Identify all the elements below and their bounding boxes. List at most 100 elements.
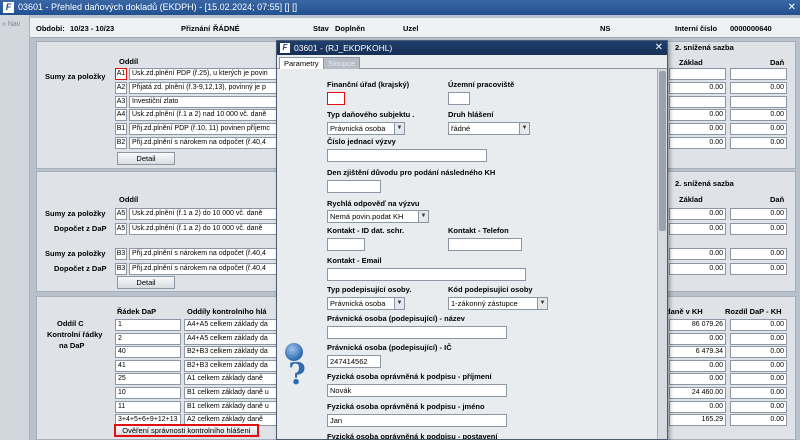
- kod-podep-select[interactable]: 1-zákonný zástupce ▼: [448, 297, 548, 310]
- fo-prijmeni-field[interactable]: Novák: [327, 384, 507, 397]
- rychla-odpoved-select[interactable]: Nemá povin.podat KH ▼: [327, 210, 429, 223]
- uzemni-label: Územní pracoviště: [448, 80, 515, 89]
- dan-kh-value: 0.00: [669, 332, 726, 345]
- nav-strip[interactable]: « Nav: [0, 15, 30, 440]
- zaklad-value: 0.00: [669, 263, 726, 275]
- po-ic-field[interactable]: 247414562: [327, 355, 381, 368]
- radek-dap: 25: [115, 373, 181, 386]
- stav-value: Doplněn: [335, 24, 365, 33]
- rozdil-value: 0.00: [730, 373, 787, 386]
- dialog-body: Finanční úřad (krajský) Územní pracovišt…: [277, 69, 657, 439]
- oddil-kh: B1 celkem základy daně u: [184, 387, 277, 399]
- dan-header: Daň: [770, 58, 785, 67]
- oddil-kh: A4+A5 celkem základy da: [184, 319, 277, 331]
- financni-urad-field[interactable]: [327, 92, 345, 105]
- dialog-close-button[interactable]: ✕: [655, 41, 663, 55]
- nav-label[interactable]: « Nav: [2, 21, 20, 28]
- typ-subjektu-value: Právnická osoba: [330, 124, 386, 133]
- row-left-label: Dopočet z DaP: [54, 264, 107, 273]
- typ-subjektu-select[interactable]: Právnická osoba ▼: [327, 122, 405, 135]
- den-zjisteni-label: Den zjištění důvodu pro podání následnéh…: [327, 168, 496, 177]
- typ-podep-select[interactable]: Právnická osoba ▼: [327, 297, 405, 310]
- oddil-kh: B2+B3 celkem základy da: [184, 346, 277, 359]
- rozdil-value: 0.00: [730, 346, 787, 359]
- tab-parametry[interactable]: Parametry: [279, 57, 324, 69]
- row-left-label: Sumy za položky: [45, 209, 106, 218]
- dan-kh-value: 0.00: [669, 373, 726, 386]
- row-code: A3: [115, 95, 127, 108]
- rozdil-value: 0.00: [730, 400, 787, 413]
- dialog-rj-ekdpkohl: F 03601 - (RJ_EKDPKOHL) ✕ Parametry Slou…: [276, 40, 668, 440]
- app-icon: F: [3, 2, 14, 13]
- row-text: Investiční zlato: [129, 95, 277, 108]
- row-code: B3: [115, 248, 127, 260]
- priznani-value: ŘÁDNÉ: [213, 24, 240, 33]
- radek-dap: 40: [115, 346, 181, 359]
- zaklad-value: 0.00: [669, 208, 726, 220]
- row-code: A1: [115, 68, 127, 80]
- dan-kh-value: 0.00: [669, 359, 726, 372]
- row-code: A5: [115, 223, 127, 235]
- row-text: Přij.zd.plnění PDP (ř.10, 11) povinen př…: [129, 123, 277, 136]
- typ-podep-label: Typ podepisující osoby.: [327, 285, 412, 294]
- detail-button-1[interactable]: Detail: [117, 152, 175, 165]
- uzemni-field[interactable]: [448, 92, 470, 105]
- dan-value: 0.00: [730, 123, 787, 136]
- kontakt-tel-field[interactable]: [448, 238, 522, 251]
- scrollbar-thumb[interactable]: [659, 71, 666, 231]
- window-title: 03601 - Přehled daňových dokladů (EKDPH)…: [18, 2, 298, 12]
- rozdil-value: 0.00: [730, 414, 787, 427]
- po-ic-label: Právnická osoba (podepisující) - IČ: [327, 343, 452, 352]
- dan-value: 0.00: [730, 109, 787, 122]
- oddil-kh: B1 celkem základy daně u: [184, 400, 277, 413]
- typ-subjektu-label: Typ daňového subjektu .: [327, 110, 415, 119]
- den-zjisteni-field[interactable]: [327, 180, 381, 193]
- dan-value: 0.00: [730, 81, 787, 94]
- dialog-scrollbar[interactable]: [657, 69, 667, 439]
- chevron-down-icon: ▼: [394, 123, 404, 134]
- radek-dap: 1: [115, 319, 181, 331]
- druh-hlaseni-label: Druh hlášení: [448, 110, 494, 119]
- snizena-header-2: 2. snížená sazba: [675, 179, 734, 188]
- dan-value: 0.00: [730, 208, 787, 220]
- zaklad-header: Základ: [679, 58, 703, 67]
- oddil-kh: A1 celkem základy daně: [184, 373, 277, 386]
- kontakt-tel-label: Kontakt - Telefon: [448, 226, 509, 235]
- kontakt-ds-label: Kontakt - ID dat. schr.: [327, 226, 405, 235]
- row-code: A4: [115, 109, 127, 122]
- zaklad-value: 0.00: [669, 81, 726, 94]
- po-nazev-label: Právnická osoba (podepisující) - název: [327, 314, 465, 323]
- verify-kh-button[interactable]: Ověření správnosti kontrolního hlášení: [114, 424, 259, 437]
- kontrolni-radky-label: Kontrolní řádky: [47, 330, 103, 339]
- kontakt-ds-field[interactable]: [327, 238, 365, 251]
- tab-sloupce[interactable]: Sloupce: [323, 57, 361, 69]
- help-question-icon[interactable]: ?: [280, 342, 314, 392]
- dan-kh-value: 165.29: [669, 414, 726, 427]
- priznani-label: Přiznání: [181, 24, 211, 33]
- window-close-button[interactable]: ✕: [788, 0, 796, 15]
- radek-dap: 2: [115, 332, 181, 345]
- cislo-jednaci-field[interactable]: [327, 149, 487, 162]
- po-nazev-field[interactable]: [327, 326, 507, 339]
- zaklad-value: [669, 95, 726, 108]
- fo-jmeno-label: Fyzická osoba oprávněná k podpisu - jmén…: [327, 402, 485, 411]
- dan-kh-value: 0.00: [669, 400, 726, 413]
- fo-jmeno-field[interactable]: Jan: [327, 414, 507, 427]
- dialog-app-icon: F: [280, 43, 290, 53]
- dan-value: [730, 95, 787, 108]
- radek-dap: 41: [115, 359, 181, 372]
- detail-button-2[interactable]: Detail: [117, 276, 175, 289]
- radek-dap: 10: [115, 387, 181, 399]
- chevron-down-icon: ▼: [519, 123, 529, 134]
- druh-hlaseni-select[interactable]: řádné ▼: [448, 122, 530, 135]
- stav-label: Stav: [313, 24, 329, 33]
- obdobi-value: 10/23 - 10/23: [70, 24, 115, 33]
- kod-podep-label: Kód podepisující osoby: [448, 285, 533, 294]
- na-dap-label: na DaP: [59, 341, 85, 350]
- druh-hlaseni-value: řádné: [451, 124, 471, 133]
- uzel-label: Uzel: [403, 24, 419, 33]
- zaklad-value: [669, 68, 726, 80]
- kontakt-email-field[interactable]: [327, 268, 526, 281]
- oddil-header: Oddíl: [119, 57, 139, 66]
- kod-podep-value: 1-zákonný zástupce: [451, 299, 518, 308]
